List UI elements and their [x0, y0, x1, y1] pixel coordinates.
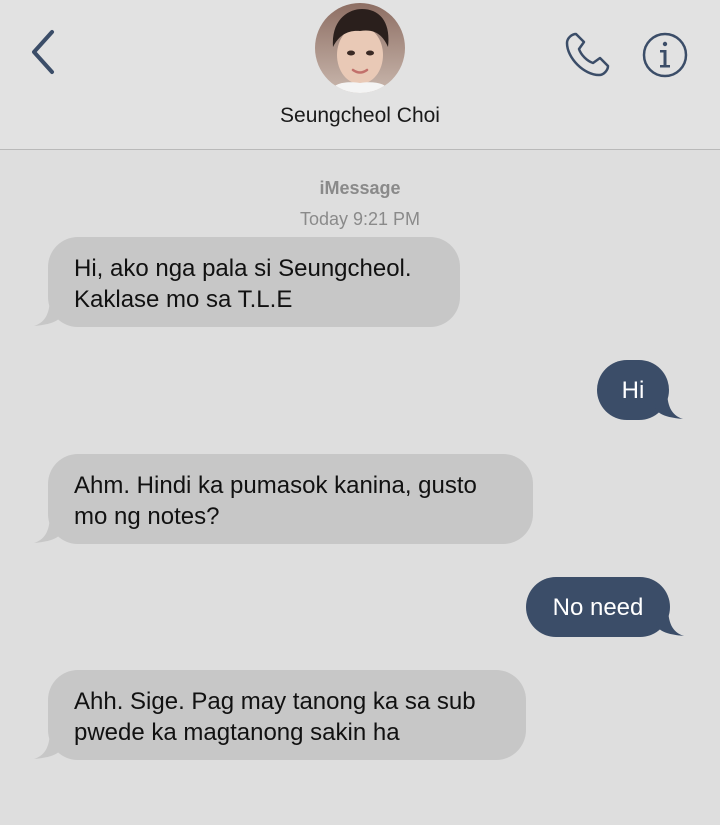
- bubble-tail: [34, 728, 62, 759]
- service-label: iMessage: [319, 178, 401, 198]
- message-text: Hi, ako nga pala si Seungcheol. Kaklase …: [74, 255, 412, 313]
- message-text: Hi: [621, 377, 645, 404]
- info-button[interactable]: [640, 30, 690, 80]
- avatar-photo: [315, 3, 405, 93]
- outgoing-message-bubble[interactable]: Hi: [597, 360, 683, 420]
- chevron-left-icon: [32, 30, 54, 74]
- info-icon: [642, 32, 688, 78]
- message-text: Ahm. Hindi ka pumasok kanina, gusto mo n…: [74, 472, 477, 530]
- contact-avatar[interactable]: [315, 3, 405, 93]
- outgoing-message-bubble[interactable]: No need: [526, 577, 684, 637]
- back-button[interactable]: [22, 26, 66, 78]
- conversation-header: Seungcheol Choi: [0, 0, 720, 150]
- incoming-message-bubble[interactable]: Hi, ako nga pala si Seungcheol. Kaklase …: [34, 237, 460, 327]
- incoming-message-bubble[interactable]: Ahh. Sige. Pag may tanong ka sa sub pwed…: [34, 670, 526, 760]
- bubble-tail: [34, 295, 62, 326]
- phone-icon: [565, 32, 610, 77]
- message-text: No need: [552, 594, 644, 621]
- contact-name[interactable]: Seungcheol Choi: [0, 104, 720, 128]
- timestamp: Today 9:21 PM: [299, 209, 421, 229]
- call-button[interactable]: [562, 30, 612, 80]
- message-text: Ahh. Sige. Pag may tanong ka sa sub pwed…: [74, 688, 476, 746]
- incoming-message-bubble[interactable]: Ahm. Hindi ka pumasok kanina, gusto mo n…: [34, 454, 533, 544]
- bubble-tail: [34, 512, 62, 543]
